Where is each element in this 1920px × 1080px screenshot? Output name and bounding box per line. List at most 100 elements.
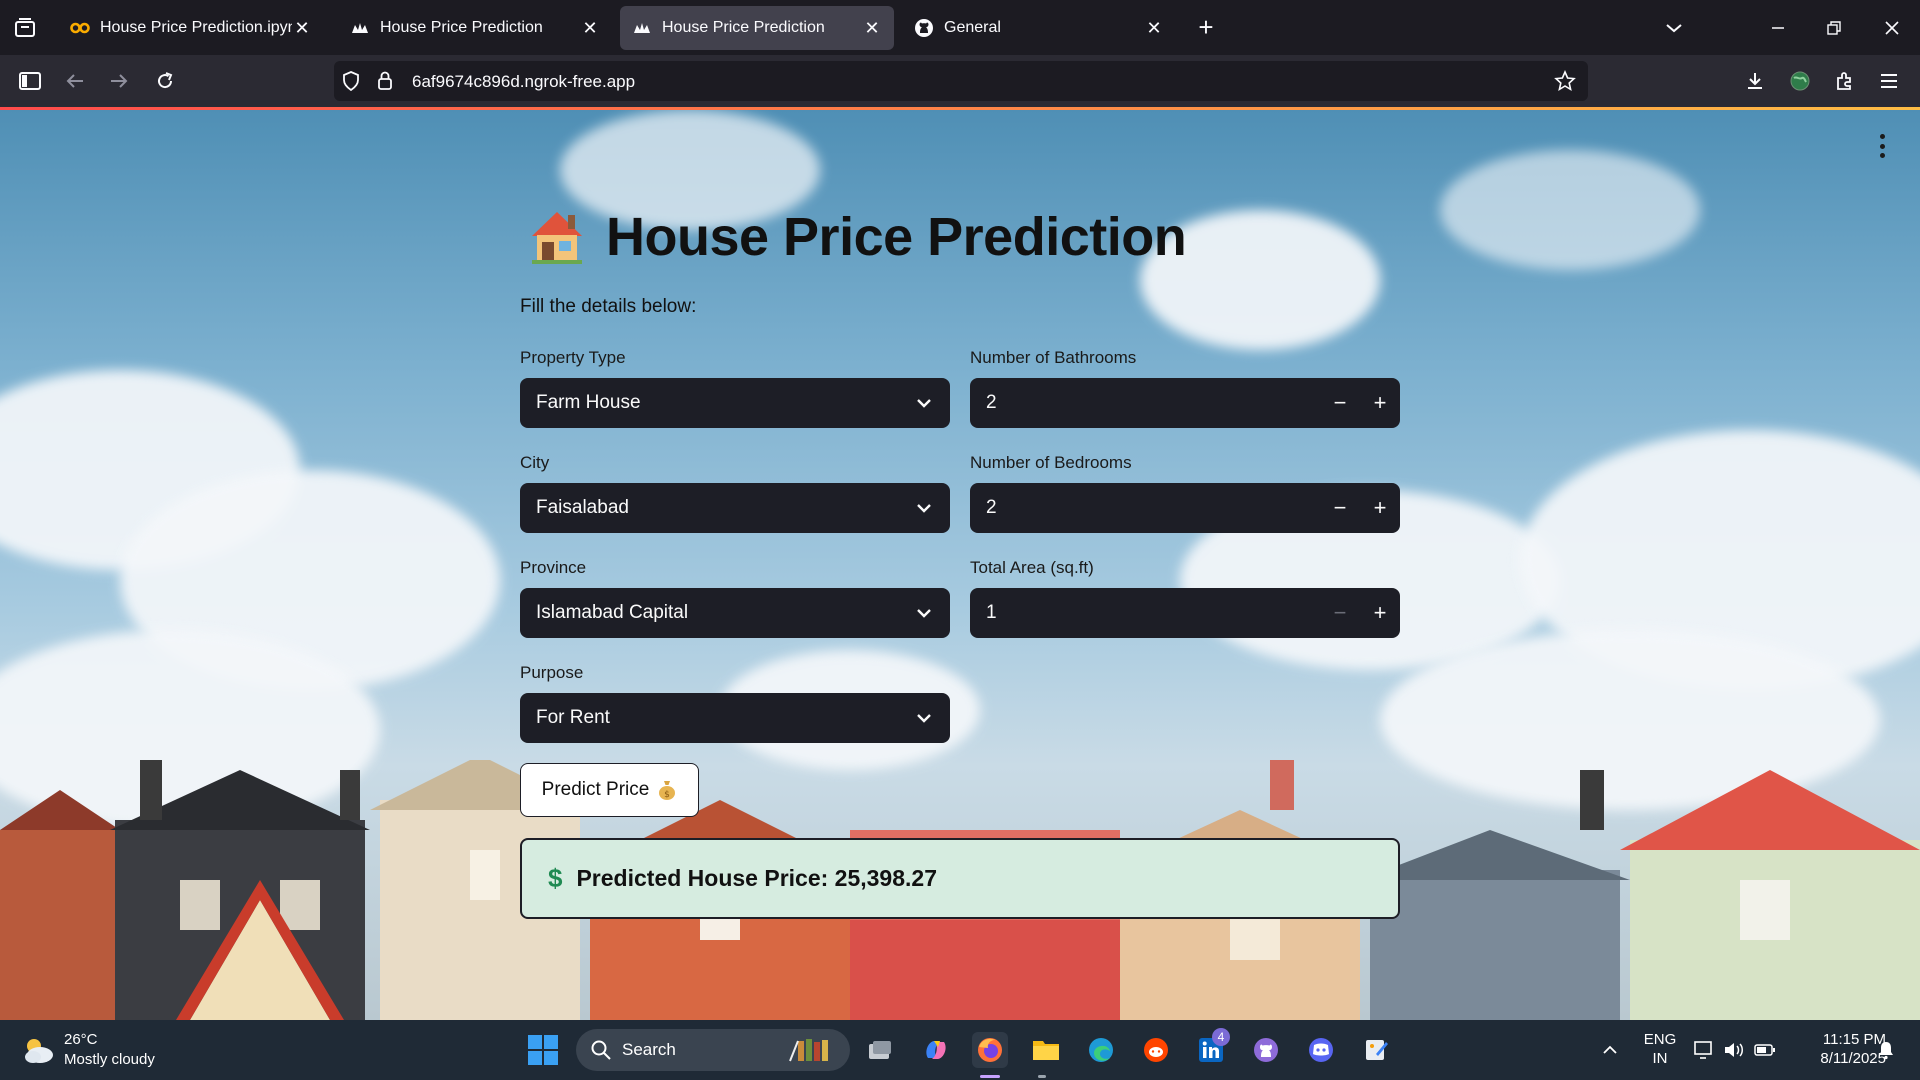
tab-house-price-active[interactable]: House Price Prediction ✕ [620, 6, 894, 50]
prediction-result-box: $ Predicted House Price: 25,398.27 [520, 838, 1400, 919]
restore-icon[interactable] [1820, 14, 1848, 42]
decrement-button[interactable]: − [1320, 588, 1360, 638]
predict-price-label: Predict Price [541, 779, 650, 800]
search-highlight-icon [789, 1039, 828, 1062]
purpose-select[interactable]: For Rent [520, 693, 950, 743]
weather-temperature[interactable]: 26°C [64, 1031, 98, 1048]
reload-icon[interactable] [150, 66, 180, 96]
increment-button[interactable]: + [1360, 378, 1400, 428]
province-value: Islamabad Capital [536, 602, 689, 623]
notifications-bell-icon[interactable] [1874, 1038, 1898, 1062]
battery-icon[interactable] [1753, 1038, 1777, 1062]
github-desktop-icon[interactable] [1248, 1032, 1284, 1068]
increment-button[interactable]: + [1360, 483, 1400, 533]
github-icon [914, 18, 934, 38]
hamburger-menu-icon[interactable] [1874, 66, 1904, 96]
province-select[interactable]: Islamabad Capital [520, 588, 950, 638]
increment-button[interactable]: + [1360, 588, 1400, 638]
clock-time: 11:15 PM [1822, 1031, 1886, 1048]
decrement-button[interactable]: − [1320, 378, 1360, 428]
bathrooms-label: Number of Bathrooms [970, 348, 1137, 367]
downloads-icon[interactable] [1740, 66, 1770, 96]
app-main-menu-icon[interactable] [1872, 132, 1892, 160]
search-icon [591, 1040, 611, 1060]
svg-text:$: $ [664, 790, 670, 800]
close-icon[interactable]: ✕ [580, 18, 600, 38]
tab-colab[interactable]: House Price Prediction.ipynb - C ✕ [58, 6, 324, 50]
tab-github-general[interactable]: General ✕ [902, 6, 1176, 50]
system-clock[interactable]: 11:15 PM 8/11/2025 [1790, 1030, 1886, 1068]
back-icon[interactable] [60, 66, 90, 96]
streamlit-icon [350, 18, 370, 38]
colab-icon [70, 18, 90, 38]
tracking-protection-icon[interactable] [340, 70, 362, 92]
edge-icon[interactable] [1083, 1032, 1119, 1068]
taskbar-search[interactable]: Search [576, 1029, 850, 1071]
running-app-indicator [1038, 1075, 1046, 1078]
browser-tab-strip: House Price Prediction.ipynb - C ✕ House… [0, 0, 1920, 55]
bookmark-star-icon[interactable] [1554, 70, 1576, 92]
address-bar[interactable]: 6af9674c896d.ngrok-free.app [334, 61, 1588, 101]
show-hidden-icons-chevron-up-icon[interactable] [1598, 1038, 1622, 1062]
copilot-icon[interactable] [918, 1032, 954, 1068]
paint-app-icon[interactable] [1358, 1032, 1394, 1068]
lock-icon[interactable] [374, 70, 396, 92]
bathrooms-input[interactable]: 2 − + [970, 378, 1400, 428]
page-title-row: House Price Prediction [526, 206, 1187, 268]
area-input[interactable]: 1 − + [970, 588, 1400, 638]
search-placeholder: Search [622, 1040, 676, 1059]
tab-list-icon[interactable] [10, 14, 40, 42]
page-title: House Price Prediction [606, 207, 1187, 267]
property-type-select[interactable]: Farm House [520, 378, 950, 428]
chevron-down-icon [914, 498, 934, 518]
bedrooms-label: Number of Bedrooms [970, 453, 1132, 472]
windows-start-icon[interactable] [528, 1035, 558, 1065]
extensions-puzzle-icon[interactable] [1830, 66, 1860, 96]
task-view-icon[interactable] [862, 1032, 898, 1068]
reddit-icon[interactable] [1138, 1032, 1174, 1068]
mostly-cloudy-icon[interactable] [20, 1034, 56, 1066]
new-tab-button[interactable]: + [1192, 14, 1220, 42]
purpose-value: For Rent [536, 707, 610, 728]
chevron-down-icon [914, 708, 934, 728]
chevron-down-icon [914, 393, 934, 413]
volume-icon[interactable] [1722, 1038, 1746, 1062]
purpose-label: Purpose [520, 663, 584, 682]
predict-price-button[interactable]: Predict Price $ [520, 763, 699, 817]
page-subtitle: Fill the details below: [520, 296, 697, 317]
tab-title: General [944, 19, 1001, 36]
close-window-icon[interactable] [1878, 14, 1906, 42]
language-indicator[interactable]: ENG IN [1642, 1030, 1678, 1068]
close-icon[interactable]: ✕ [862, 18, 882, 38]
firefox-icon[interactable] [972, 1032, 1008, 1068]
minimize-icon[interactable] [1764, 14, 1792, 42]
tab-house-price-1[interactable]: House Price Prediction ✕ [338, 6, 612, 50]
language-region: IN [1652, 1050, 1668, 1067]
discord-icon[interactable] [1303, 1032, 1339, 1068]
linkedin-notification-badge: 4 [1212, 1028, 1230, 1046]
house-emoji-icon [532, 212, 582, 264]
bedrooms-input[interactable]: 2 − + [970, 483, 1400, 533]
prediction-result-text: Predicted House Price: 25,398.27 [576, 865, 937, 891]
province-label: Province [520, 558, 587, 577]
extension-globe-icon[interactable] [1785, 66, 1815, 96]
close-icon[interactable]: ✕ [1144, 18, 1164, 38]
background-cloud [1440, 150, 1700, 270]
sidebar-toggle-icon[interactable] [15, 66, 45, 96]
decrement-button[interactable]: − [1320, 483, 1360, 533]
clock-date: 8/11/2025 [1820, 1050, 1886, 1067]
taskbar: 26°C Mostly cloudy Search 4 ENG IN 11:15… [0, 1020, 1920, 1080]
bathrooms-value[interactable]: 2 [970, 392, 1320, 414]
list-all-tabs-icon[interactable] [1660, 14, 1688, 42]
bedrooms-value[interactable]: 2 [970, 497, 1320, 519]
network-icon[interactable] [1692, 1038, 1716, 1062]
close-icon[interactable]: ✕ [292, 18, 312, 38]
money-bag-icon: $ [659, 781, 676, 800]
forward-icon[interactable] [104, 66, 134, 96]
file-explorer-icon[interactable] [1028, 1032, 1064, 1068]
tab-title: House Price Prediction [380, 19, 543, 36]
weather-description[interactable]: Mostly cloudy [64, 1051, 155, 1068]
area-value[interactable]: 1 [970, 602, 1320, 624]
city-select[interactable]: Faisalabad [520, 483, 950, 533]
active-app-indicator [980, 1075, 1000, 1078]
